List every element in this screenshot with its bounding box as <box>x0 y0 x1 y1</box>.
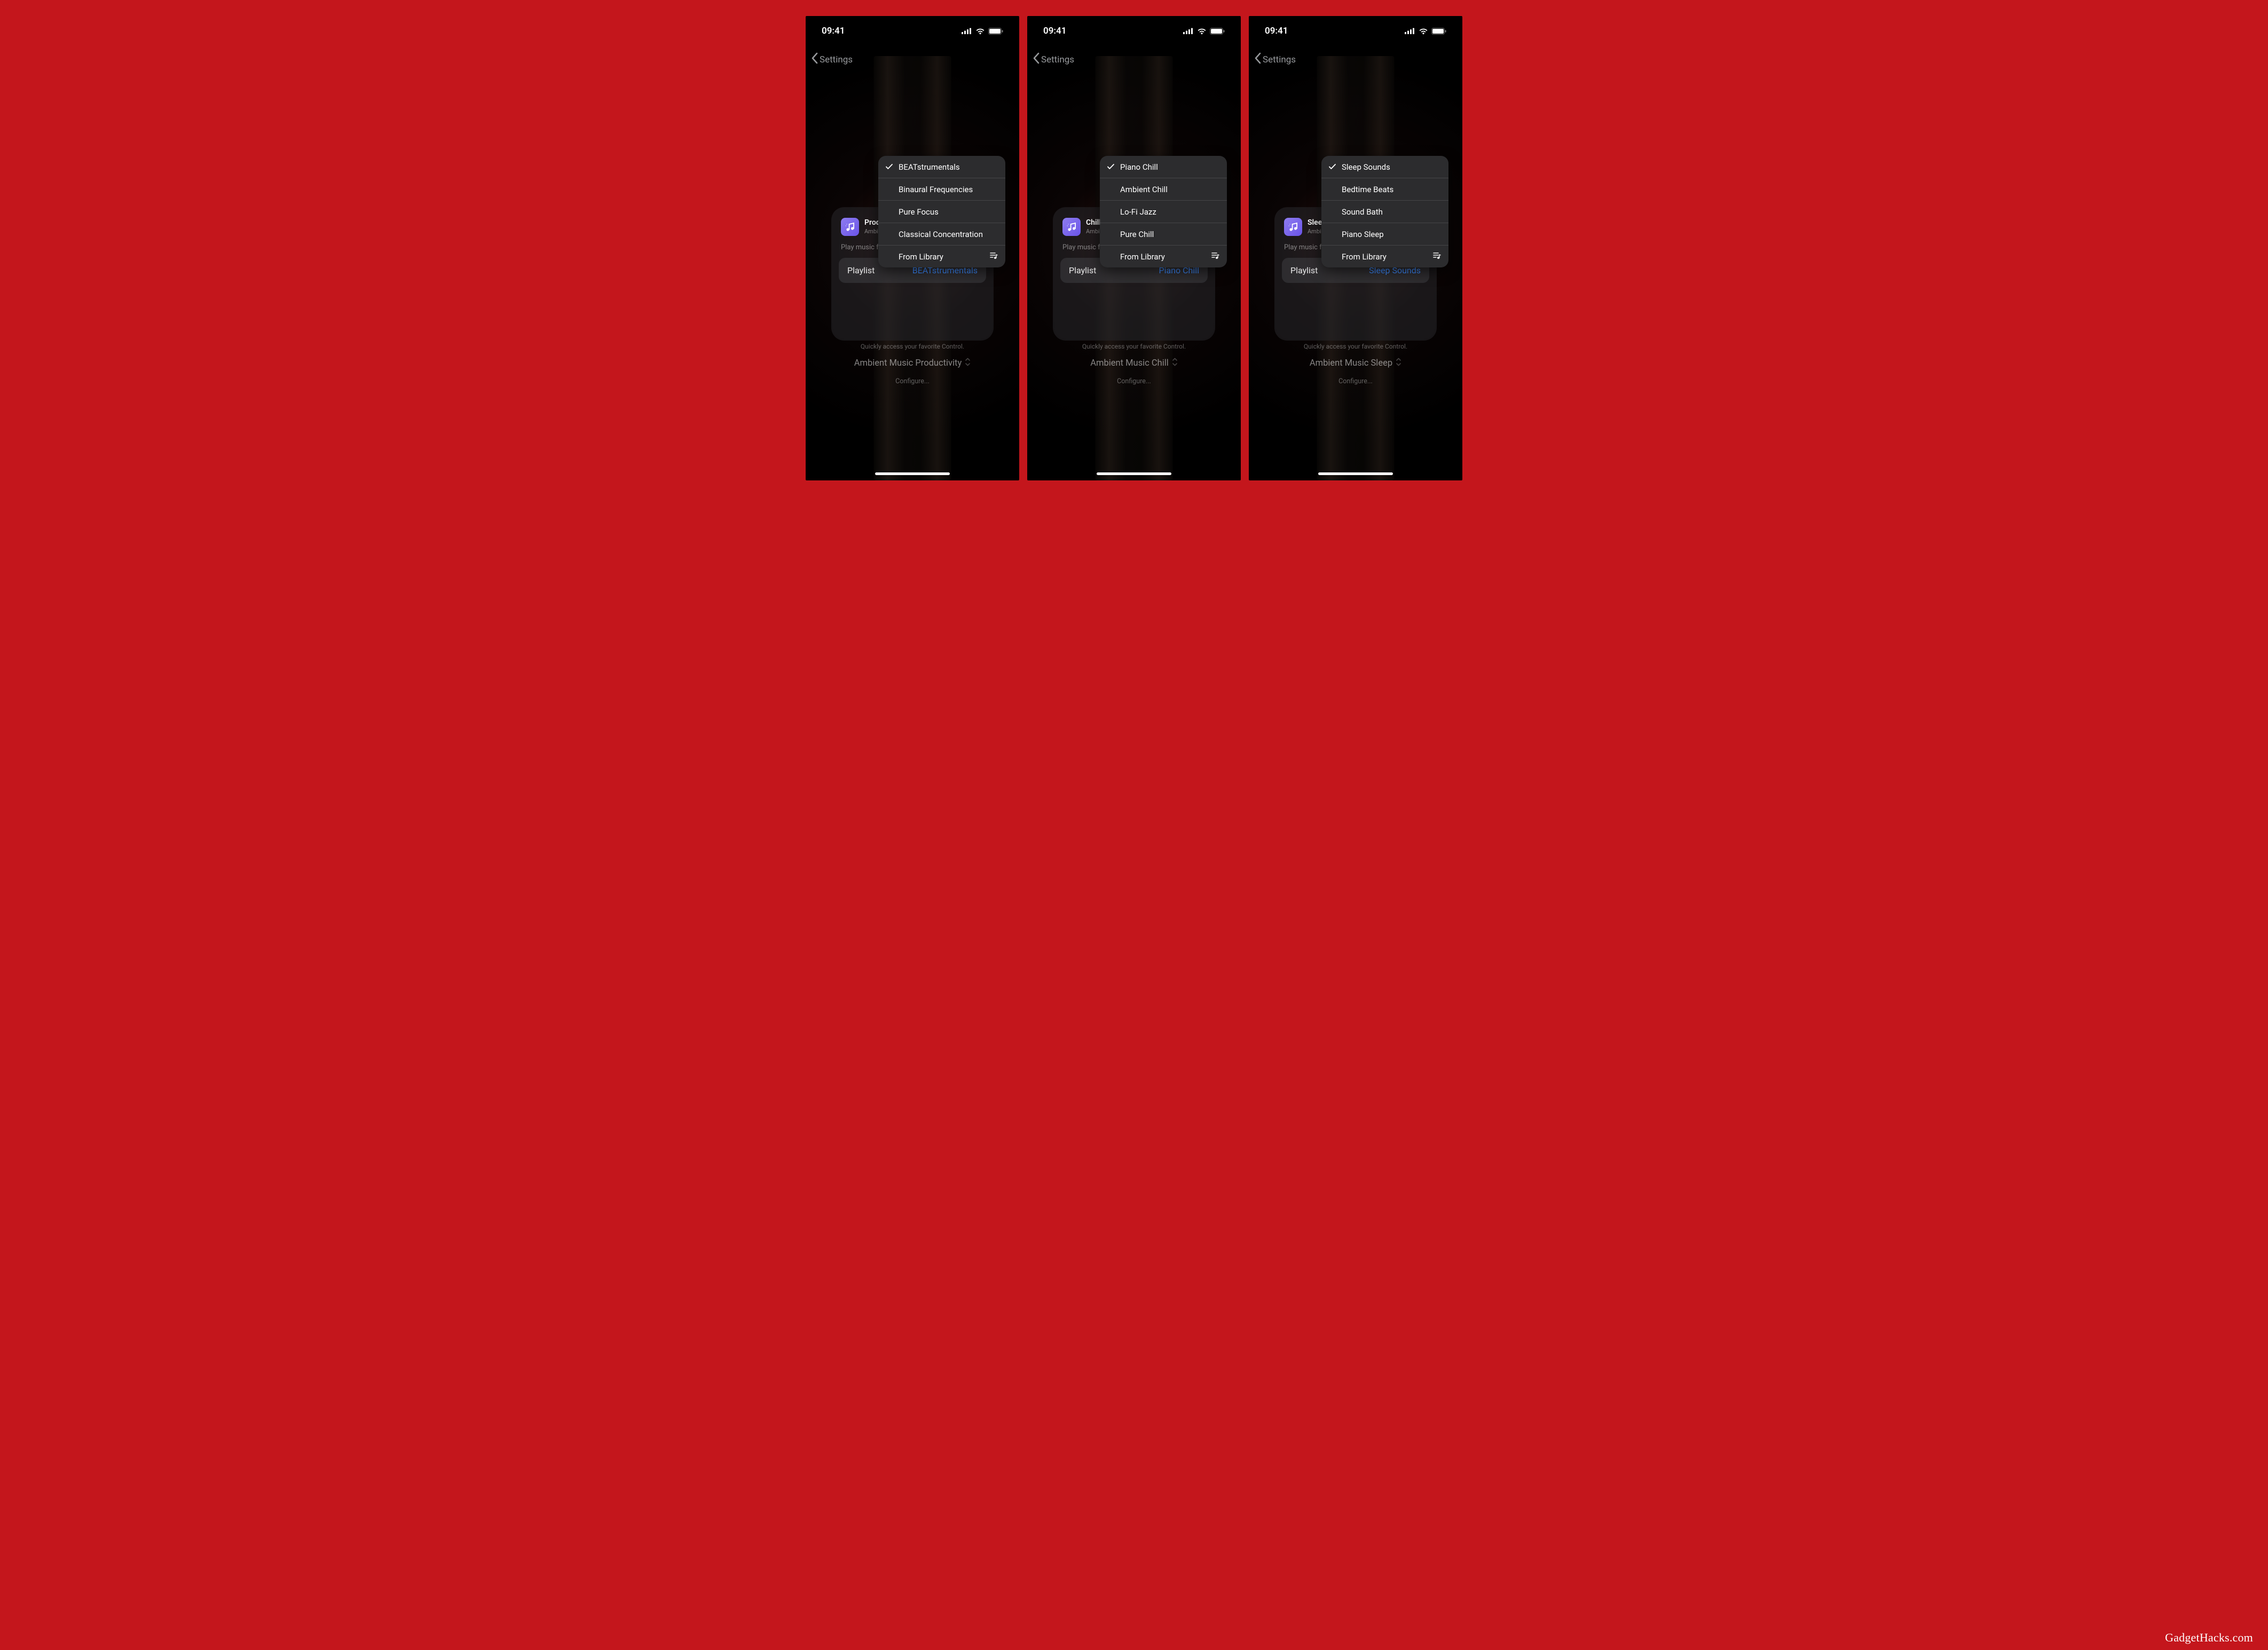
playlist-label: Playlist <box>847 265 875 275</box>
playlist-popover: BEATstrumentals Binaural Frequencies Pure … <box>878 156 1005 267</box>
popover-option-label: Classical Concentration <box>899 230 998 239</box>
popover-option-label: Piano Chill <box>1120 162 1219 172</box>
chevron-left-icon <box>1254 52 1263 67</box>
cellular-signal-icon <box>962 28 972 34</box>
up-down-arrows-icon <box>1172 358 1178 369</box>
popover-option[interactable]: Binaural Frequencies <box>878 178 1005 201</box>
music-app-icon <box>1062 218 1081 236</box>
phone-screen: 09:41SettingsSleepAmbienPlay music forPl… <box>1249 16 1462 480</box>
music-app-icon <box>841 218 859 236</box>
mode-label: Ambient Music Chill <box>1090 358 1169 368</box>
home-indicator[interactable] <box>875 472 950 475</box>
below-card-info: Quickly access your favorite Control. Amb… <box>1249 333 1462 385</box>
popover-option[interactable]: Sound Bath <box>1321 201 1448 223</box>
popover-option[interactable]: BEATstrumentals <box>878 156 1005 178</box>
popover-option[interactable]: Classical Concentration <box>878 223 1005 246</box>
configure-link[interactable]: Configure... <box>1027 377 1241 385</box>
music-app-icon <box>1284 218 1302 236</box>
watermark: GadgetHacks.com <box>2165 1631 2253 1645</box>
back-label: Settings <box>1263 54 1296 65</box>
battery-icon <box>1431 28 1446 35</box>
battery-icon <box>1210 28 1225 35</box>
music-library-icon <box>1211 252 1219 262</box>
status-bar: 09:41 <box>1249 26 1462 36</box>
popover-option-label: BEATstrumentals <box>899 162 998 172</box>
popover-option[interactable]: Lo-Fi Jazz <box>1100 201 1227 223</box>
popover-option[interactable]: Piano Chill <box>1100 156 1227 178</box>
chevron-left-icon <box>811 52 820 67</box>
playlist-label: Playlist <box>1290 265 1318 275</box>
wifi-icon <box>1197 28 1207 35</box>
status-time: 09:41 <box>1043 26 1066 36</box>
back-label: Settings <box>1041 54 1074 65</box>
phone-screen: 09:41SettingsProducAmbienPlay music forP… <box>806 16 1019 480</box>
home-indicator[interactable] <box>1318 472 1393 475</box>
hint-text: Quickly access your favorite Control. <box>806 343 1019 350</box>
popover-option[interactable]: Pure Focus <box>878 201 1005 223</box>
cellular-signal-icon <box>1183 28 1194 34</box>
mode-label: Ambient Music Productivity <box>854 358 962 368</box>
mode-selector[interactable]: Ambient Music Chill <box>1027 358 1241 369</box>
popover-option-label: From Library <box>1120 252 1211 262</box>
popover-option-label: Pure Chill <box>1120 230 1219 239</box>
popover-option-label: Binaural Frequencies <box>899 185 998 194</box>
playlist-label: Playlist <box>1069 265 1096 275</box>
popover-option-label: From Library <box>1342 252 1432 262</box>
popover-option-label: Bedtime Beats <box>1342 185 1441 194</box>
checkmark-icon <box>1107 164 1117 170</box>
popover-option-label: Lo-Fi Jazz <box>1120 207 1219 217</box>
popover-option-label: Piano Sleep <box>1342 230 1441 239</box>
back-button[interactable]: Settings <box>811 52 853 67</box>
back-label: Settings <box>820 54 853 65</box>
popover-option[interactable]: Piano Sleep <box>1321 223 1448 246</box>
wifi-icon <box>1419 28 1428 35</box>
status-bar: 09:41 <box>806 26 1019 36</box>
status-time: 09:41 <box>1265 26 1288 36</box>
hint-text: Quickly access your favorite Control. <box>1249 343 1462 350</box>
status-bar: 09:41 <box>1027 26 1241 36</box>
popover-from-library[interactable]: From Library <box>878 246 1005 267</box>
music-library-icon <box>1432 252 1441 262</box>
phone-screen: 09:41SettingsChillAmbienPlay music forPl… <box>1027 16 1241 480</box>
popover-option-label: Sleep Sounds <box>1342 162 1441 172</box>
home-indicator[interactable] <box>1097 472 1171 475</box>
up-down-arrows-icon <box>965 358 971 369</box>
playlist-popover: Sleep Sounds Bedtime Beats Sound Bath Piano… <box>1321 156 1448 267</box>
back-button[interactable]: Settings <box>1254 52 1296 67</box>
below-card-info: Quickly access your favorite Control. Amb… <box>1027 333 1241 385</box>
wifi-icon <box>975 28 985 35</box>
battery-icon <box>988 28 1003 35</box>
checkmark-icon <box>1329 164 1338 170</box>
music-library-icon <box>989 252 998 262</box>
mode-selector[interactable]: Ambient Music Productivity <box>806 358 1019 369</box>
configure-link[interactable]: Configure... <box>806 377 1019 385</box>
mode-selector[interactable]: Ambient Music Sleep <box>1249 358 1462 369</box>
status-time: 09:41 <box>822 26 845 36</box>
popover-from-library[interactable]: From Library <box>1321 246 1448 267</box>
popover-option[interactable]: Pure Chill <box>1100 223 1227 246</box>
playlist-popover: Piano Chill Ambient Chill Lo-Fi Jazz Pure C… <box>1100 156 1227 267</box>
cellular-signal-icon <box>1405 28 1415 34</box>
configure-link[interactable]: Configure... <box>1249 377 1462 385</box>
up-down-arrows-icon <box>1396 358 1401 369</box>
popover-from-library[interactable]: From Library <box>1100 246 1227 267</box>
popover-option-label: Pure Focus <box>899 207 998 217</box>
popover-option-label: From Library <box>899 252 989 262</box>
popover-option-label: Sound Bath <box>1342 207 1441 217</box>
popover-option[interactable]: Bedtime Beats <box>1321 178 1448 201</box>
popover-option-label: Ambient Chill <box>1120 185 1219 194</box>
hint-text: Quickly access your favorite Control. <box>1027 343 1241 350</box>
below-card-info: Quickly access your favorite Control. Amb… <box>806 333 1019 385</box>
popover-option[interactable]: Sleep Sounds <box>1321 156 1448 178</box>
chevron-left-icon <box>1033 52 1041 67</box>
checkmark-icon <box>886 164 895 170</box>
back-button[interactable]: Settings <box>1033 52 1074 67</box>
mode-label: Ambient Music Sleep <box>1310 358 1392 368</box>
popover-option[interactable]: Ambient Chill <box>1100 178 1227 201</box>
